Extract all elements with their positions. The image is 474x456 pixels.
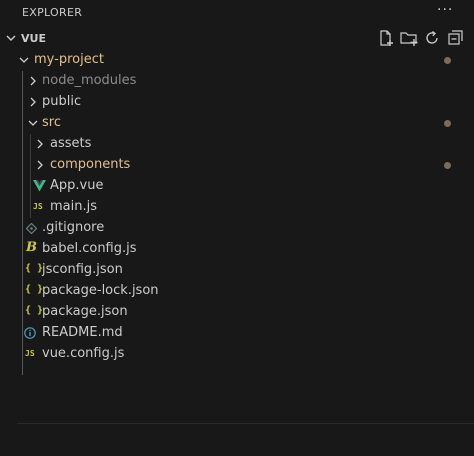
tree-bottom-border xyxy=(17,50,474,424)
more-actions-icon[interactable]: ··· xyxy=(437,2,453,18)
chevron-down-icon xyxy=(6,35,16,41)
section-title: VUE xyxy=(21,32,46,45)
collapse-all-icon[interactable] xyxy=(446,29,464,47)
refresh-icon[interactable] xyxy=(423,29,441,47)
new-file-icon[interactable] xyxy=(377,29,395,47)
explorer-header: EXPLORER ··· xyxy=(0,0,474,26)
section-header-vue[interactable]: VUE xyxy=(0,29,474,51)
explorer-title: EXPLORER xyxy=(22,6,83,19)
new-folder-icon[interactable] xyxy=(400,29,418,47)
